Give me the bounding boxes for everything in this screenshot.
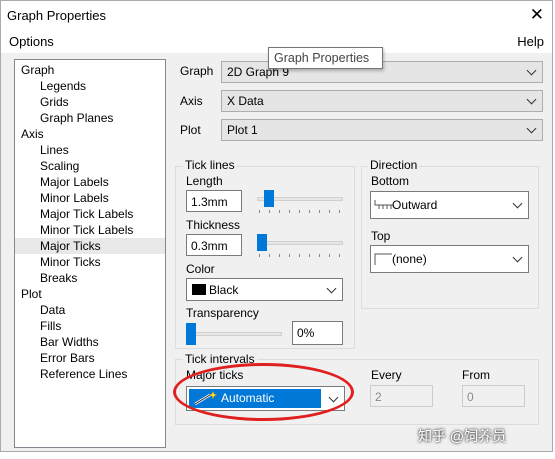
major-ticks-label: Major ticks (186, 368, 244, 382)
transparency-value: 0% (297, 326, 315, 340)
color-label: Color (186, 262, 215, 276)
tree-item-breaks[interactable]: Breaks (40, 270, 77, 286)
tree-item-grids[interactable]: Grids (40, 94, 69, 110)
tree-item-minor-ticks[interactable]: Minor Ticks (40, 254, 101, 270)
every-label: Every (371, 368, 402, 382)
top-direction-value: (none) (392, 252, 427, 266)
dialog-title: Graph Properties (7, 8, 106, 23)
length-label: Length (186, 174, 223, 188)
tree-item-major-tick-labels[interactable]: Major Tick Labels (40, 206, 133, 222)
transparency-label: Transparency (186, 306, 259, 320)
bottom-direction-select[interactable]: Outward (370, 191, 529, 219)
every-field[interactable]: 2 (370, 385, 433, 407)
major-ticks-value: Automatic (221, 391, 275, 405)
from-value: 0 (467, 390, 474, 404)
bottom-direction-value: Outward (392, 198, 438, 212)
transparency-field[interactable]: 0% (292, 321, 343, 345)
every-value: 2 (375, 390, 382, 404)
close-icon[interactable]: ✕ (530, 5, 544, 25)
tree-item-minor-tick-labels[interactable]: Minor Tick Labels (40, 222, 133, 238)
axis-select-value: X Data (227, 94, 264, 108)
thickness-slider-ticks (259, 254, 343, 257)
axis-select[interactable]: X Data (221, 90, 543, 112)
tree-item-bar-widths[interactable]: Bar Widths (40, 334, 99, 350)
direction-group-label: Direction (368, 158, 420, 172)
color-swatch (192, 284, 206, 295)
plot-select[interactable]: Plot 1 (221, 119, 543, 141)
watermark: 知乎 @饲养员 (418, 428, 507, 444)
bottom-label: Bottom (371, 174, 410, 188)
tree-item-error-bars[interactable]: Error Bars (40, 350, 95, 366)
thickness-field[interactable]: 0.3mm (186, 234, 242, 256)
top-direction-select[interactable]: (none) (370, 245, 529, 273)
transparency-slider-thumb[interactable] (186, 323, 196, 345)
thickness-slider-track[interactable] (257, 241, 343, 245)
length-slider-ticks (259, 210, 343, 213)
axis-label: Axis (180, 94, 203, 108)
chevron-down-icon (326, 283, 337, 294)
transparency-slider-track[interactable] (188, 332, 282, 336)
tree-item-graph[interactable]: Graph (21, 62, 54, 78)
tree-item-major-ticks[interactable]: Major Ticks (15, 238, 165, 254)
thickness-label: Thickness (186, 218, 241, 232)
length-value: 1.3mm (191, 195, 228, 209)
tree-item-reference-lines[interactable]: Reference Lines (40, 366, 127, 382)
chevron-down-icon (328, 392, 339, 403)
major-ticks-select[interactable]: Automatic (186, 386, 345, 411)
chevron-down-icon (512, 252, 523, 263)
tick-lines-group-label: Tick lines (183, 158, 237, 172)
tree-item-legends[interactable]: Legends (40, 78, 86, 94)
top-label: Top (371, 229, 391, 243)
major-ticks-selection: Automatic (189, 389, 321, 408)
tree-item-data[interactable]: Data (40, 302, 65, 318)
length-slider-thumb[interactable] (264, 190, 274, 207)
tree-item-lines[interactable]: Lines (40, 142, 69, 158)
magic-wand-icon (194, 390, 218, 406)
from-field[interactable]: 0 (462, 385, 525, 407)
tree-item-major-labels[interactable]: Major Labels (40, 174, 109, 190)
length-field[interactable]: 1.3mm (186, 190, 242, 212)
tree-item-graph-planes[interactable]: Graph Planes (40, 110, 113, 126)
thickness-slider-thumb[interactable] (257, 234, 267, 251)
from-label: From (462, 368, 490, 382)
tree-item-axis[interactable]: Axis (21, 126, 44, 142)
color-select[interactable]: Black (186, 278, 343, 301)
chevron-down-icon (526, 94, 537, 105)
tree-item-scaling[interactable]: Scaling (40, 158, 79, 174)
chevron-down-icon (512, 198, 523, 209)
thickness-value: 0.3mm (191, 239, 228, 253)
tree-item-fills[interactable]: Fills (40, 318, 61, 334)
title-bar: Graph Properties ✕ (1, 1, 552, 31)
property-tree[interactable]: Graph Legends Grids Graph Planes Axis Li… (14, 59, 166, 448)
tree-item-minor-labels[interactable]: Minor Labels (40, 190, 109, 206)
graph-label: Graph (180, 64, 214, 78)
plot-label: Plot (180, 123, 201, 137)
no-tick-icon (374, 253, 392, 265)
color-value: Black (209, 283, 239, 297)
chevron-down-icon (526, 65, 537, 76)
menu-options[interactable]: Options (9, 34, 54, 49)
chevron-down-icon (526, 123, 537, 134)
menu-help[interactable]: Help (517, 34, 544, 49)
plot-select-value: Plot 1 (227, 123, 258, 137)
outward-tick-icon (374, 200, 393, 209)
tick-intervals-group-label: Tick intervals (183, 352, 257, 366)
tooltip: Graph Properties (268, 47, 383, 69)
tree-item-plot[interactable]: Plot (21, 286, 42, 302)
